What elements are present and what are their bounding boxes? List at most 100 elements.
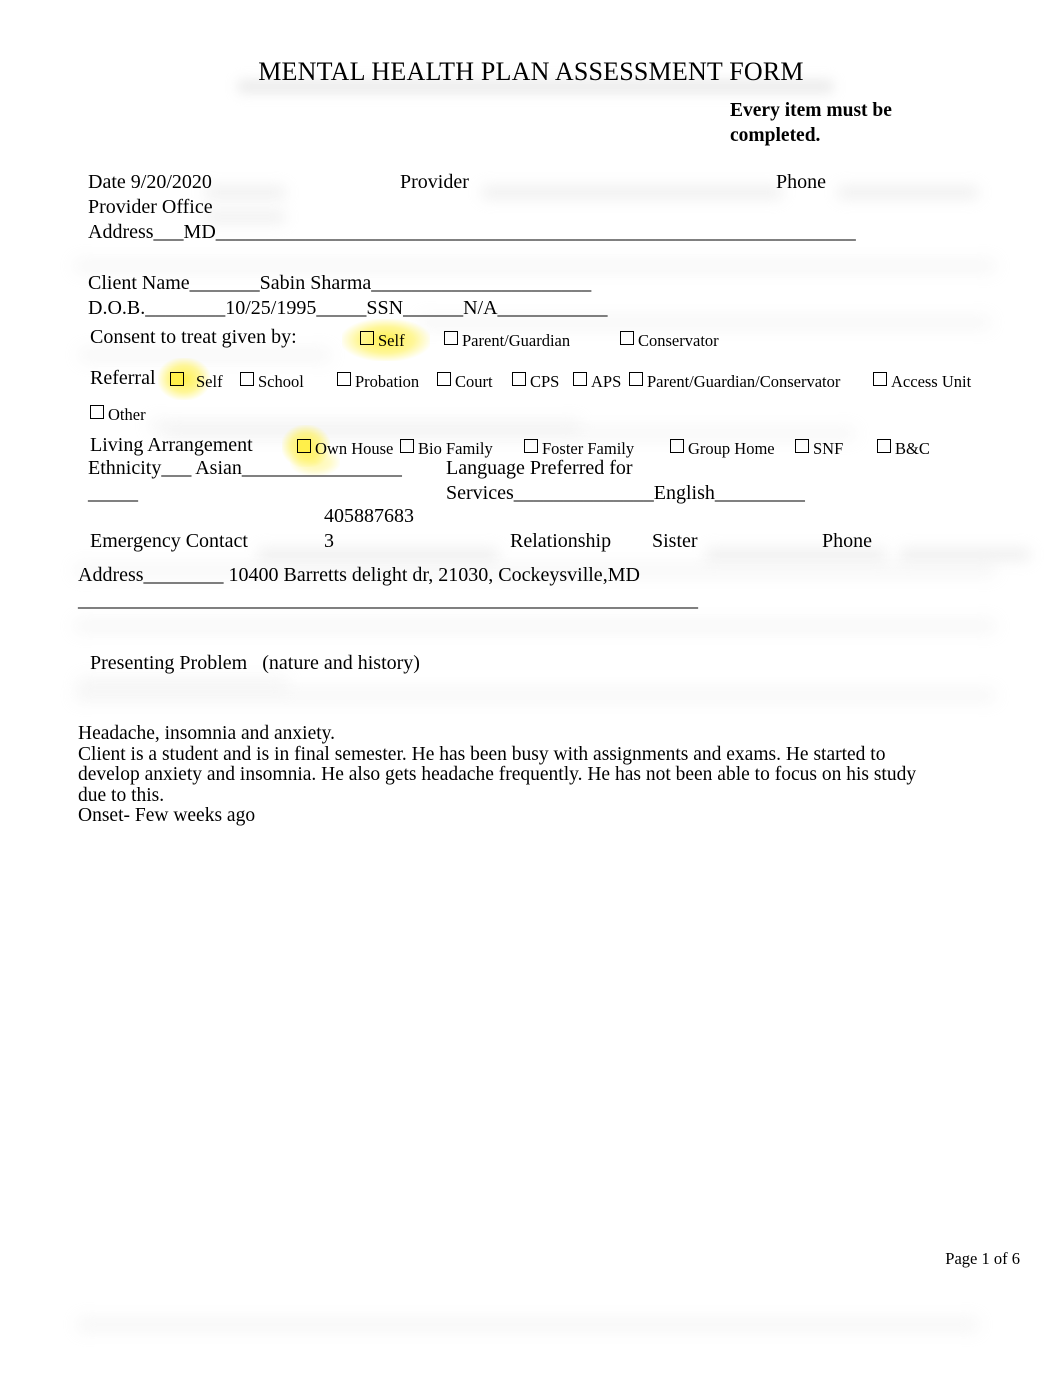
page-footer: Page 1 of 6	[945, 1249, 1020, 1268]
presenting-problem-title: Presenting Problem	[90, 652, 248, 674]
consent-option-conservator[interactable]: Conservator	[620, 328, 719, 353]
client-name-trail: ______________________	[371, 272, 592, 294]
provider-office-address-value: MD	[183, 221, 216, 243]
provider-office-address-rule: ________________________________________…	[215, 221, 856, 243]
narrative-line: Headache, insomnia and anxiety.	[78, 723, 336, 744]
scan-band-referral	[150, 420, 580, 432]
living-option-bc[interactable]: B&C	[877, 436, 930, 461]
referral-option-label: Other	[108, 405, 146, 424]
scan-band-problem-wide	[75, 690, 995, 701]
language-label-line2: Services	[446, 482, 514, 504]
scan-band-consent	[80, 349, 330, 361]
checkbox-icon[interactable]	[400, 439, 414, 453]
language-value: English	[653, 482, 715, 504]
checkbox-icon[interactable]	[620, 331, 634, 345]
referral-option-aps[interactable]: APS	[573, 369, 621, 394]
date-label: Date	[88, 171, 126, 193]
narrative-line: Onset- Few weeks ago	[78, 805, 256, 826]
referral-option-label: Access Unit	[891, 372, 972, 391]
emergency-relationship-value: Sister	[652, 530, 698, 552]
checkbox-icon[interactable]	[512, 372, 526, 386]
referral-option-label: Probation	[355, 372, 420, 391]
checkbox-icon[interactable]	[337, 372, 351, 386]
provider-office-address-label-line2: Address	[88, 221, 154, 243]
ethnicity-field[interactable]: Ethnicity___ Asian________________ _____	[88, 456, 428, 506]
emergency-relationship-label: Relationship	[510, 530, 612, 552]
referral-option-label: Court	[455, 372, 493, 391]
checkbox-icon[interactable]	[360, 331, 374, 345]
referral-option-court[interactable]: Court	[437, 369, 493, 394]
checkbox-icon[interactable]	[877, 439, 891, 453]
emergency-contact-value: 405887683 3	[324, 504, 494, 554]
emergency-address-lead: ________	[143, 564, 224, 586]
completion-note: Every item must be completed.	[730, 100, 892, 146]
checkbox-icon[interactable]	[524, 439, 538, 453]
referral-option-probation[interactable]: Probation	[337, 369, 419, 394]
checkbox-icon[interactable]	[873, 372, 887, 386]
provider-field[interactable]: Provider	[400, 170, 469, 195]
emergency-contact-value-line1: 405887683	[324, 505, 414, 527]
checkbox-icon[interactable]	[297, 439, 311, 453]
provider-phone-label: Phone	[776, 171, 826, 193]
referral-option-label: Self	[196, 372, 223, 391]
emergency-contact-label: Emergency Contact	[90, 530, 248, 552]
referral-option-label: APS	[591, 372, 622, 391]
ssn-label: SSN	[366, 297, 404, 319]
emergency-address-label: Address	[78, 564, 144, 586]
checkbox-icon[interactable]	[90, 405, 104, 419]
checkbox-icon[interactable]	[444, 331, 458, 345]
checkbox-icon[interactable]	[629, 372, 643, 386]
language-label-line1: Language Preferred for	[446, 457, 633, 479]
narrative-line: develop anxiety and insomnia. He also ge…	[78, 764, 917, 785]
provider-phone-field[interactable]: Phone	[776, 170, 826, 195]
referral-label: Referral	[90, 367, 156, 389]
referral-option-parent-guardian-conservator[interactable]: Parent/Guardian/Conservator	[629, 369, 840, 394]
emergency-contact-value-line2: 3	[324, 530, 334, 552]
dob-ssn-field[interactable]: D.O.B.________10/25/1995_____SSN______N/…	[88, 296, 608, 321]
referral-option-cps[interactable]: CPS	[512, 369, 559, 394]
client-name-lead: _______	[189, 272, 260, 294]
presenting-problem-heading: Presenting Problem (nature and history)	[90, 651, 420, 676]
scan-band-problem-heading	[78, 678, 288, 690]
provider-label: Provider	[400, 171, 469, 193]
emergency-address-value: 10400 Barretts delight dr, 21030, Cockey…	[228, 564, 640, 586]
consent-option-self[interactable]: Self	[360, 328, 405, 353]
consent-label: Consent to treat given by:	[90, 326, 297, 348]
language-lead: ______________	[513, 482, 654, 504]
referral-option-school[interactable]: School	[240, 369, 304, 394]
checkbox-icon[interactable]	[670, 439, 684, 453]
referral-option-access-unit[interactable]: Access Unit	[873, 369, 971, 394]
consent-option-label: Self	[378, 331, 405, 350]
living-option-label: B&C	[895, 439, 930, 458]
page-title: MENTAL HEALTH PLAN ASSESSMENT FORM	[258, 57, 804, 86]
emergency-address-field[interactable]: Address________ 10400 Barretts delight d…	[78, 563, 978, 613]
narrative-line: Client is a student and is in final seme…	[78, 743, 886, 765]
referral-option-label: School	[258, 372, 304, 391]
checkbox-icon[interactable]	[795, 439, 809, 453]
checkbox-icon[interactable]	[437, 372, 451, 386]
consent-option-label: Conservator	[638, 331, 719, 350]
dob-label: D.O.B.	[88, 297, 146, 319]
client-name-label: Client Name	[88, 272, 190, 294]
referral-option-other[interactable]: Other	[90, 402, 146, 427]
emergency-address-rule: ________________________________________…	[78, 589, 698, 611]
date-field[interactable]: Date 9/20/2020	[88, 170, 212, 195]
dob-value: 10/25/1995	[225, 297, 317, 319]
ssn-trail: ___________	[497, 297, 608, 319]
checkbox-icon[interactable]	[573, 372, 587, 386]
scan-band-ec-phone	[900, 548, 1030, 561]
consent-option-parent-guardian[interactable]: Parent/Guardian	[444, 328, 570, 353]
language-preferred-field[interactable]: Language Preferred for Services_________…	[446, 456, 866, 506]
client-name-value: Sabin Sharma	[259, 272, 372, 294]
provider-office-address-field[interactable]: Provider Office Address___MD____________…	[88, 195, 888, 245]
ssn-lead: ______	[403, 297, 464, 319]
checkbox-icon[interactable]	[240, 372, 254, 386]
ethnicity-value: Asian	[195, 457, 242, 479]
ssn-value: N/A	[463, 297, 498, 319]
ethnicity-label: Ethnicity	[88, 457, 162, 479]
client-name-field[interactable]: Client Name_______Sabin Sharma__________…	[88, 271, 591, 296]
checkbox-icon[interactable]	[170, 372, 184, 386]
referral-option-self[interactable]: Self	[170, 369, 223, 394]
dob-trail: _____	[316, 297, 367, 319]
document-page: MENTAL HEALTH PLAN ASSESSMENT FORM Every…	[0, 0, 1062, 1377]
